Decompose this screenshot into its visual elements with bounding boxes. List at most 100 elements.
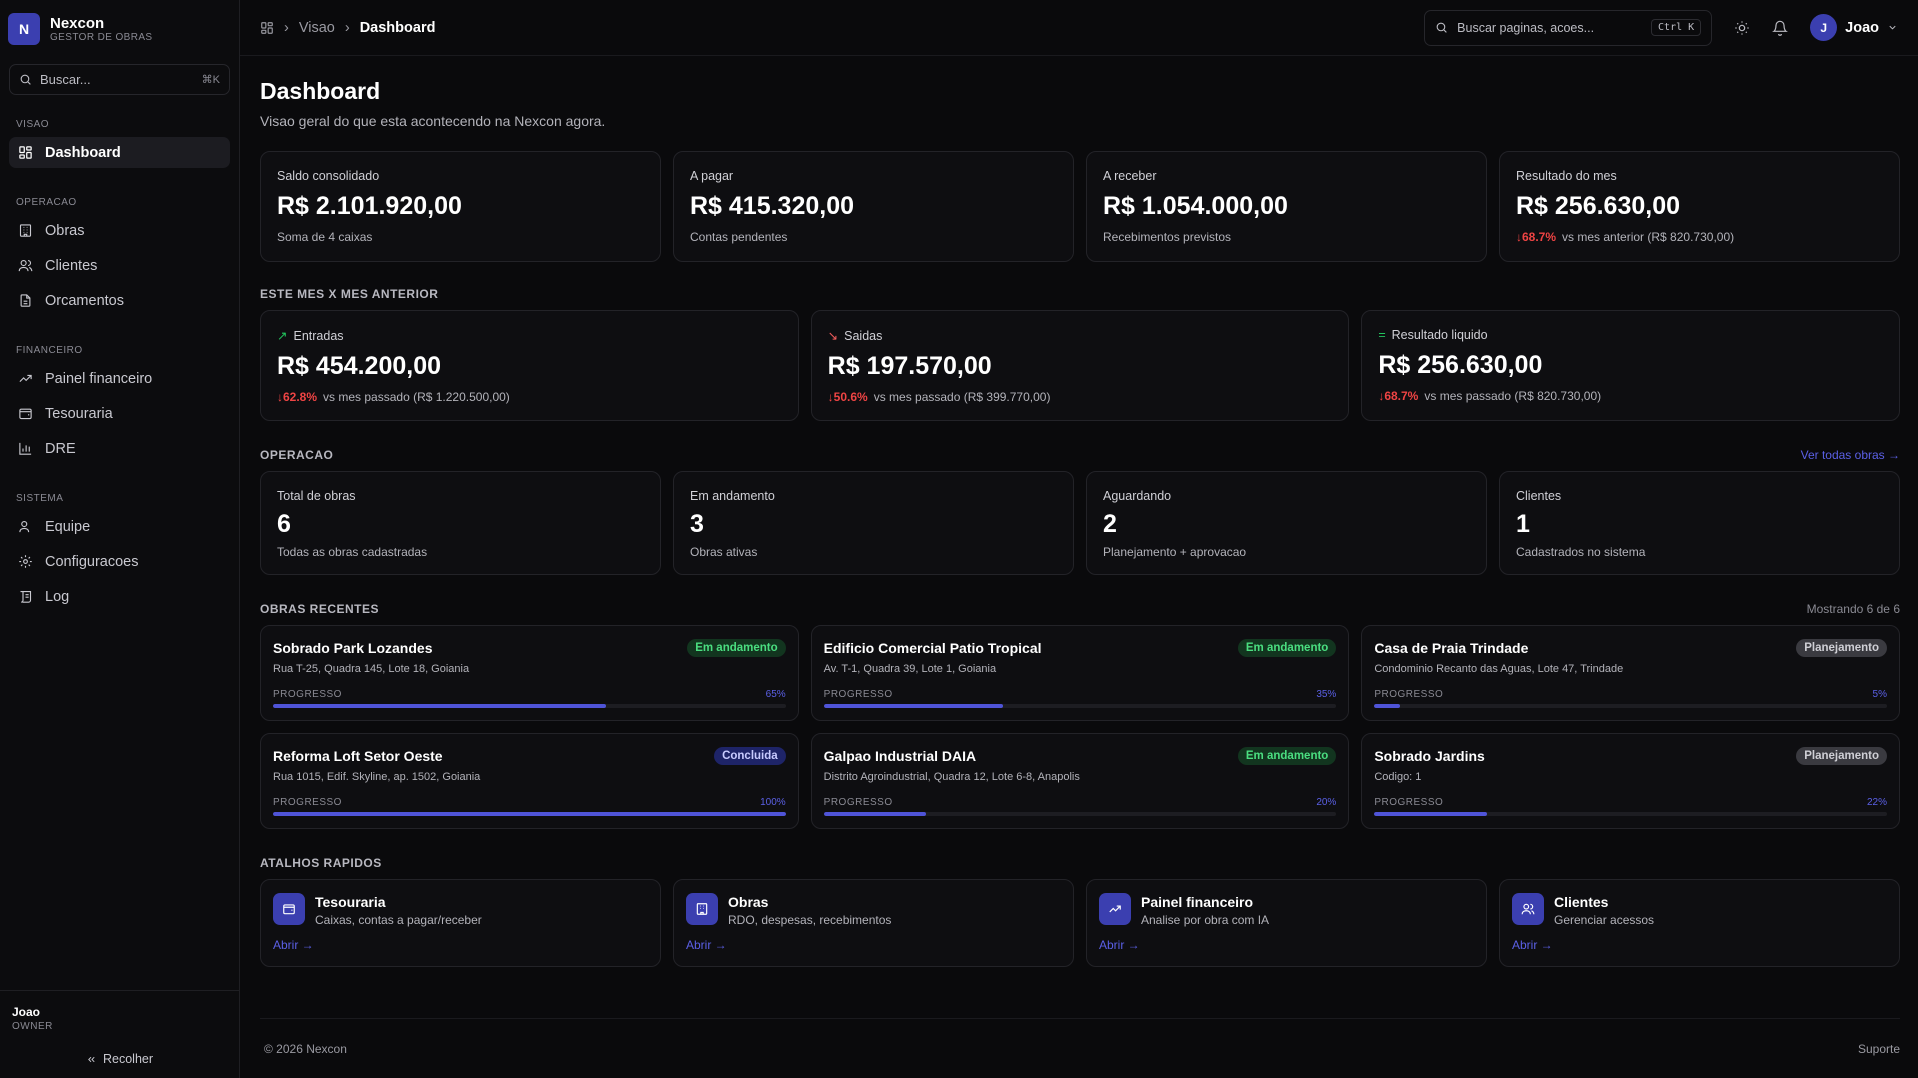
avatar: J xyxy=(1810,14,1838,41)
shortcut-name: Clientes xyxy=(1554,894,1609,910)
progress-bar xyxy=(1374,812,1887,816)
obra-card[interactable]: Sobrado Park Lozandes Em andamento Rua T-… xyxy=(260,625,799,721)
breadcrumb: › Visao › Dashboard xyxy=(260,20,435,36)
kpi-hint: Soma de 4 caixas xyxy=(277,230,373,244)
sidebar-item-clientes[interactable]: Clientes xyxy=(9,250,230,281)
progress-percent: 100% xyxy=(760,797,786,808)
shortcut-card-clientes[interactable]: Clientes Gerenciar acessos Abrir → xyxy=(1499,879,1900,967)
sidebar-section-title: SISTEMA xyxy=(16,493,64,504)
count-card-total: Total de obras 6 Todas as obras cadastra… xyxy=(260,471,661,575)
count-label: Aguardando xyxy=(1103,489,1172,503)
shortcut-card-painel-financeiro[interactable]: Painel financeiro Analise por obra com IA… xyxy=(1086,879,1487,967)
sidebar-item-dashboard[interactable]: Dashboard xyxy=(9,137,230,168)
comparison-hint: ↓62.8% vs mes passado (R$ 1.220.500,00) xyxy=(277,390,510,404)
delta-down: ↓62.8% xyxy=(277,390,318,404)
obras-grid: Sobrado Park Lozandes Em andamento Rua T-… xyxy=(260,625,1900,829)
status-badge: Em andamento xyxy=(687,639,786,657)
sidebar-item-orcamentos[interactable]: Orcamentos xyxy=(9,285,230,316)
shortcut-desc: Analise por obra com IA xyxy=(1141,913,1270,927)
kpi-card-saldo: Saldo consolidado R$ 2.101.920,00 Soma d… xyxy=(260,151,661,262)
global-search-placeholder: Buscar paginas, acoes... xyxy=(1457,20,1595,35)
section-title: ESTE MES X MES ANTERIOR xyxy=(260,287,439,301)
sidebar-item-dre[interactable]: DRE xyxy=(9,433,230,464)
progress-label: PROGRESSO xyxy=(1374,797,1444,808)
shortcut-name: Tesouraria xyxy=(315,894,386,910)
ver-todas-obras-link[interactable]: Ver todas obras → xyxy=(1801,448,1900,462)
obra-address: Codigo: 1 xyxy=(1374,771,1422,783)
bell-icon[interactable] xyxy=(1772,20,1789,36)
shortcut-card-obras[interactable]: Obras RDO, despesas, recebimentos Abrir → xyxy=(673,879,1074,967)
sidebar-item-label: Log xyxy=(45,588,70,605)
kpi-value: R$ 256.630,00 xyxy=(1516,192,1681,220)
count-card-andamento: Em andamento 3 Obras ativas xyxy=(673,471,1074,575)
grid-icon[interactable] xyxy=(260,21,274,35)
brand-subtitle: GESTOR DE OBRAS xyxy=(50,32,153,43)
sidebar-user-role: OWNER xyxy=(12,1021,53,1032)
obra-card[interactable]: Galpao Industrial DAIA Em andamento Distr… xyxy=(810,733,1350,829)
obra-card[interactable]: Reforma Loft Setor Oeste Concluida Rua 10… xyxy=(260,733,799,829)
breadcrumb-item[interactable]: Visao xyxy=(299,20,335,36)
obra-card[interactable]: Edificio Comercial Patio Tropical Em anda… xyxy=(810,625,1350,721)
shortcut-card-tesouraria[interactable]: Tesouraria Caixas, contas a pagar/receber… xyxy=(260,879,661,967)
count-hint: Obras ativas xyxy=(690,545,758,559)
status-badge: Planejamento xyxy=(1796,747,1887,765)
progress-label: PROGRESSO xyxy=(273,689,342,700)
obra-name: Edificio Comercial Patio Tropical xyxy=(823,640,1042,656)
obra-name: Casa de Praia Trindade xyxy=(1374,640,1529,656)
chevron-down-icon xyxy=(1889,25,1896,30)
progress-fill xyxy=(823,704,1004,708)
sidebar-item-tesouraria[interactable]: Tesouraria xyxy=(9,398,230,429)
shortcut-open-link[interactable]: Abrir → xyxy=(273,938,648,952)
comparison-card-saidas: ↘ Saidas R$ 197.570,00 ↓50.6% vs mes passa… xyxy=(810,310,1350,421)
kpi-label: A pagar xyxy=(690,169,734,183)
shortcut-name: Painel financeiro xyxy=(1141,894,1254,910)
trend-down-icon: ↘ xyxy=(827,329,839,343)
obra-card[interactable]: Sobrado Jardins Planejamento Codigo: 1 PR… xyxy=(1361,733,1900,829)
grid-icon xyxy=(19,146,32,159)
sidebar-item-obras[interactable]: Obras xyxy=(9,215,230,246)
sidebar-item-equipe[interactable]: Equipe xyxy=(9,511,230,542)
user-icon xyxy=(19,520,30,533)
comparison-value: R$ 256.630,00 xyxy=(1378,351,1543,379)
brand[interactable]: N Nexcon GESTOR DE OBRAS xyxy=(0,0,239,48)
comparison-hint: ↓68.7% vs mes passado (R$ 820.730,00) xyxy=(1378,389,1602,403)
kpi-card-resultado: Resultado do mes R$ 256.630,00 ↓68.7% vs … xyxy=(1499,151,1900,262)
obra-address: Av. T-1, Quadra 39, Lote 1, Goiania xyxy=(823,663,997,675)
count-card-aguardando: Aguardando 2 Planejamento + aprovacao xyxy=(1086,471,1487,575)
shortcut-open-link[interactable]: Abrir → xyxy=(1099,938,1474,952)
shortcut-open-link[interactable]: Abrir → xyxy=(1512,938,1887,952)
global-search[interactable]: Buscar paginas, acoes... Ctrl K xyxy=(1424,9,1713,46)
shortcut-open-link[interactable]: Abrir → xyxy=(686,938,1061,952)
obra-card[interactable]: Casa de Praia Trindade Planejamento Condo… xyxy=(1361,625,1900,721)
obras-count: Mostrando 6 de 6 xyxy=(1806,602,1900,616)
operacao-row: Total de obras 6 Todas as obras cadastra… xyxy=(260,471,1900,575)
sidebar-item-configuracoes[interactable]: Configuracoes xyxy=(9,546,230,577)
file-icon xyxy=(20,294,31,307)
chevron-right-icon: › xyxy=(344,19,350,36)
user-menu[interactable]: J Joao xyxy=(1810,14,1898,41)
progress-fill xyxy=(1374,704,1400,708)
sidebar-item-painel-financeiro[interactable]: Painel financeiro xyxy=(9,363,230,394)
sidebar-item-log[interactable]: Log xyxy=(9,581,230,612)
progress-bar xyxy=(273,812,786,816)
count-value: 3 xyxy=(690,510,704,538)
kpi-card-a-pagar: A pagar R$ 415.320,00 Contas pendentes xyxy=(673,151,1074,262)
progress-fill xyxy=(823,812,927,816)
breadcrumb-current: Dashboard xyxy=(359,19,436,36)
collapse-button[interactable]: Recolher xyxy=(12,1052,227,1066)
sidebar-item-label: Obras xyxy=(45,222,85,239)
status-badge: Planejamento xyxy=(1796,639,1887,657)
count-value: 1 xyxy=(1516,510,1530,538)
search-icon xyxy=(20,74,31,85)
support-link[interactable]: Suporte xyxy=(1858,1042,1900,1056)
sidebar-item-label: Dashboard xyxy=(45,144,121,161)
obra-name: Sobrado Park Lozandes xyxy=(273,640,433,656)
users-icon xyxy=(1512,893,1544,925)
sun-icon[interactable] xyxy=(1734,20,1750,36)
sidebar-search[interactable]: Buscar... ⌘K xyxy=(9,64,230,95)
progress-label: PROGRESSO xyxy=(1374,689,1444,700)
shortcut-desc: Caixas, contas a pagar/receber xyxy=(315,913,482,927)
count-label: Clientes xyxy=(1516,489,1562,503)
comparison-label: ↗ Entradas xyxy=(277,328,344,344)
copyright: © 2026 Nexcon xyxy=(264,1041,347,1056)
